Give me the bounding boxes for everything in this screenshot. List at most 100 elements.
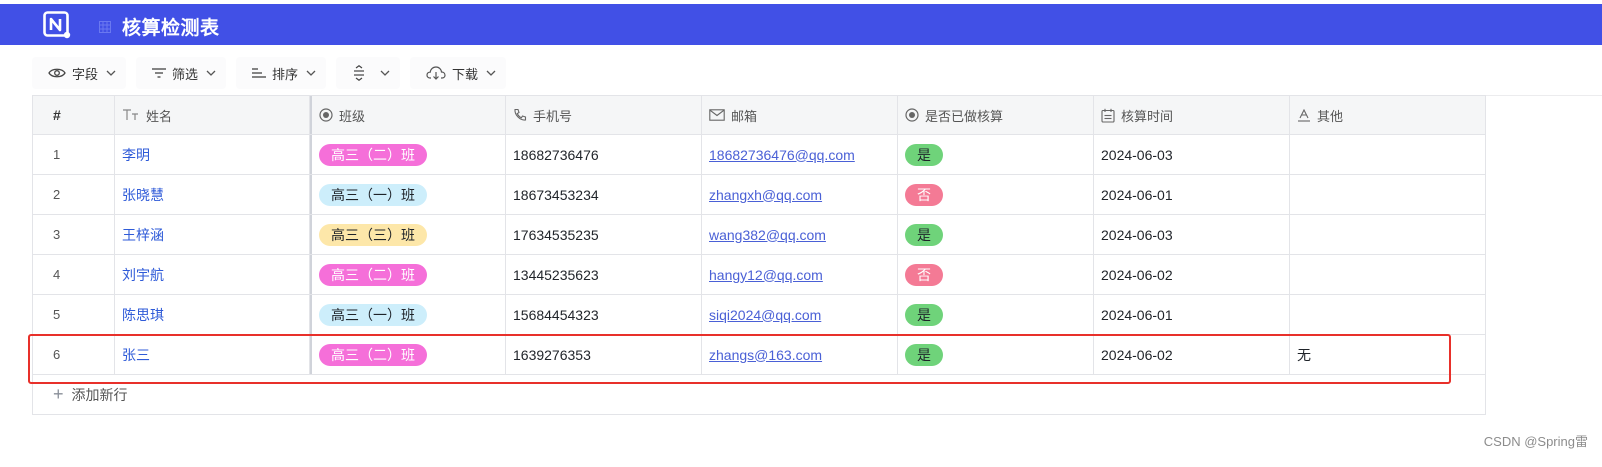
row-index: 5 — [33, 295, 115, 334]
class-tag: 高三（一）班 — [319, 303, 427, 326]
class-cell[interactable]: 高三（二）班 — [310, 255, 506, 294]
header-name[interactable]: 姓名 — [115, 96, 310, 134]
name-link[interactable]: 刘宇航 — [122, 265, 164, 285]
done-cell[interactable]: 否 — [898, 255, 1094, 294]
name-link[interactable]: 张三 — [122, 345, 150, 365]
plus-icon: + — [53, 384, 64, 404]
download-button[interactable]: 下载 — [410, 57, 507, 89]
add-row-button[interactable]: + 添加新行 — [33, 375, 1486, 415]
chevron-down-icon — [486, 70, 496, 76]
filter-button[interactable]: 筛选 — [136, 57, 227, 89]
email-link[interactable]: wang382@qq.com — [709, 227, 826, 243]
done-cell[interactable]: 否 — [898, 175, 1094, 214]
time-cell[interactable]: 2024-06-01 — [1094, 175, 1290, 214]
phone-icon — [513, 108, 527, 122]
data-table: # 姓名 班级 手机号 邮箱 是否已做核算 核算时间 其他 1 李明 高三（二）… — [32, 95, 1486, 415]
other-cell[interactable]: 无 — [1290, 335, 1486, 374]
class-cell[interactable]: 高三（三）班 — [310, 215, 506, 254]
name-cell[interactable]: 刘宇航 — [115, 255, 310, 294]
phone-cell[interactable]: 1639276353 — [506, 335, 702, 374]
name-cell[interactable]: 张晓慧 — [115, 175, 310, 214]
header-index[interactable]: # — [33, 96, 115, 134]
email-link[interactable]: zhangs@163.com — [709, 347, 822, 363]
time-cell[interactable]: 2024-06-01 — [1094, 295, 1290, 334]
app-logo[interactable] — [43, 11, 71, 39]
row-height-button[interactable] — [336, 57, 401, 89]
header-done[interactable]: 是否已做核算 — [898, 96, 1094, 134]
time-cell[interactable]: 2024-06-02 — [1094, 335, 1290, 374]
class-cell[interactable]: 高三（二）班 — [310, 335, 506, 374]
email-cell[interactable]: siqi2024@qq.com — [702, 295, 898, 334]
fields-button[interactable]: 字段 — [32, 57, 127, 89]
done-cell[interactable]: 是 — [898, 215, 1094, 254]
email-cell[interactable]: hangy12@qq.com — [702, 255, 898, 294]
name-cell[interactable]: 陈思琪 — [115, 295, 310, 334]
name-link[interactable]: 李明 — [122, 145, 150, 165]
class-cell[interactable]: 高三（一）班 — [310, 295, 506, 334]
filter-label: 筛选 — [172, 66, 199, 82]
name-link[interactable]: 张晓慧 — [122, 185, 164, 205]
mail-icon — [709, 109, 725, 121]
chevron-down-icon — [306, 70, 316, 76]
done-cell[interactable]: 是 — [898, 295, 1094, 334]
class-cell[interactable]: 高三（一）班 — [310, 175, 506, 214]
long-text-icon — [1297, 108, 1311, 122]
email-cell[interactable]: zhangs@163.com — [702, 335, 898, 374]
header-phone[interactable]: 手机号 — [506, 96, 702, 134]
sort-button[interactable]: 排序 — [236, 57, 327, 89]
add-row-label: 添加新行 — [71, 386, 128, 403]
email-cell[interactable]: 18682736476@qq.com — [702, 135, 898, 174]
table-row[interactable]: 1 李明 高三（二）班 18682736476 18682736476@qq.com 是 2… — [33, 135, 1486, 175]
table-row[interactable]: 5 陈思琪 高三（一）班 15684454323 siqi2024@qq.com 是 202… — [33, 295, 1486, 335]
email-link[interactable]: 18682736476@qq.com — [709, 147, 855, 163]
phone-cell[interactable]: 15684454323 — [506, 295, 702, 334]
single-select-icon — [319, 108, 333, 122]
done-tag: 是 — [905, 143, 943, 166]
done-cell[interactable]: 是 — [898, 135, 1094, 174]
header-phone-label: 手机号 — [533, 108, 573, 124]
header-name-label: 姓名 — [146, 108, 173, 124]
name-cell[interactable]: 李明 — [115, 135, 310, 174]
table-row[interactable]: 4 刘宇航 高三（二）班 13445235623 hangy12@qq.com 否 2024… — [33, 255, 1486, 295]
phone-cell[interactable]: 17634535235 — [506, 215, 702, 254]
other-cell[interactable] — [1290, 295, 1486, 334]
chevron-down-icon — [206, 70, 216, 76]
name-cell[interactable]: 王梓涵 — [115, 215, 310, 254]
phone-cell[interactable]: 18673453234 — [506, 175, 702, 214]
class-cell[interactable]: 高三（二）班 — [310, 135, 506, 174]
other-cell[interactable] — [1290, 255, 1486, 294]
header-email-label: 邮箱 — [731, 108, 758, 124]
table-row[interactable]: 6 张三 高三（二）班 1639276353 zhangs@163.com 是 2024-0… — [33, 335, 1486, 375]
phone-cell[interactable]: 13445235623 — [506, 255, 702, 294]
other-cell[interactable] — [1290, 175, 1486, 214]
email-cell[interactable]: zhangxh@qq.com — [702, 175, 898, 214]
email-link[interactable]: hangy12@qq.com — [709, 267, 823, 283]
text-type-icon — [122, 109, 140, 121]
single-select-icon — [905, 108, 919, 122]
name-cell[interactable]: 张三 — [115, 335, 310, 374]
header-email[interactable]: 邮箱 — [702, 96, 898, 134]
email-link[interactable]: siqi2024@qq.com — [709, 307, 821, 323]
header-class[interactable]: 班级 — [310, 96, 506, 134]
email-link[interactable]: zhangxh@qq.com — [709, 187, 822, 203]
header-other[interactable]: 其他 — [1290, 96, 1486, 134]
done-cell[interactable]: 是 — [898, 335, 1094, 374]
toolbar: 字段 筛选 排序 下载 — [32, 57, 516, 89]
time-cell[interactable]: 2024-06-03 — [1094, 135, 1290, 174]
name-link[interactable]: 王梓涵 — [122, 225, 164, 245]
header-time[interactable]: 核算时间 — [1094, 96, 1290, 134]
download-label: 下载 — [452, 66, 479, 82]
time-cell[interactable]: 2024-06-02 — [1094, 255, 1290, 294]
table-row[interactable]: 2 张晓慧 高三（一）班 18673453234 zhangxh@qq.com 否 2024… — [33, 175, 1486, 215]
phone-cell[interactable]: 18682736476 — [506, 135, 702, 174]
other-cell[interactable] — [1290, 215, 1486, 254]
header-time-label: 核算时间 — [1121, 108, 1174, 124]
row-index: 6 — [33, 335, 115, 374]
table-row[interactable]: 3 王梓涵 高三（三）班 17634535235 wang382@qq.com 是 2024… — [33, 215, 1486, 255]
email-cell[interactable]: wang382@qq.com — [702, 215, 898, 254]
header-done-label: 是否已做核算 — [925, 108, 1004, 124]
time-cell[interactable]: 2024-06-03 — [1094, 215, 1290, 254]
name-link[interactable]: 陈思琪 — [122, 305, 164, 325]
row-index: 1 — [33, 135, 115, 174]
other-cell[interactable] — [1290, 135, 1486, 174]
